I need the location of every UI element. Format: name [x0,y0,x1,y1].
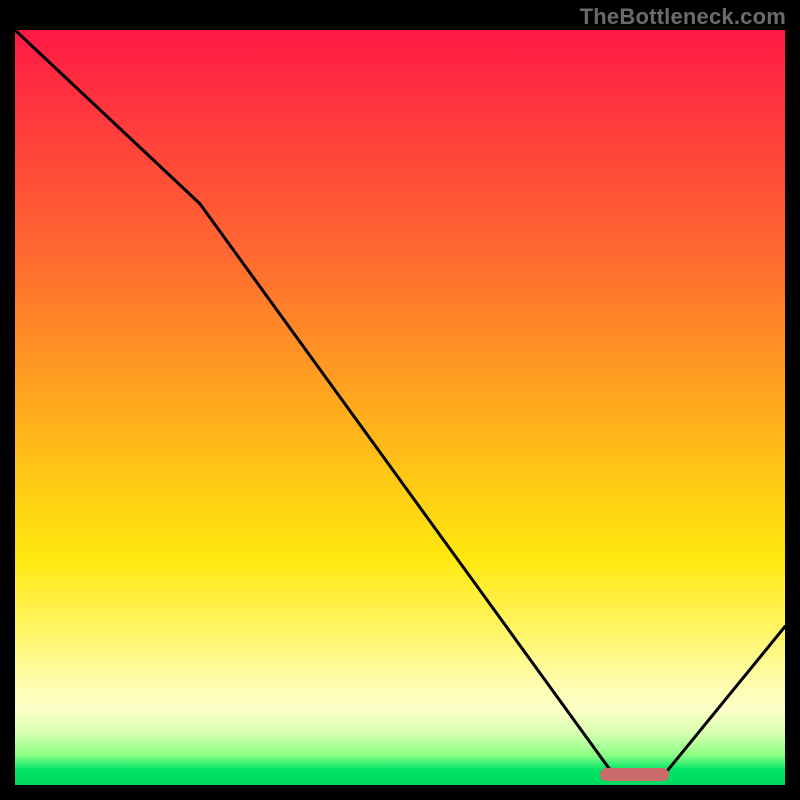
chart-stage: TheBottleneck.com [0,0,800,800]
bottleneck-curve [15,30,785,785]
watermark-text: TheBottleneck.com [580,4,786,30]
optimal-range-marker [600,768,669,781]
